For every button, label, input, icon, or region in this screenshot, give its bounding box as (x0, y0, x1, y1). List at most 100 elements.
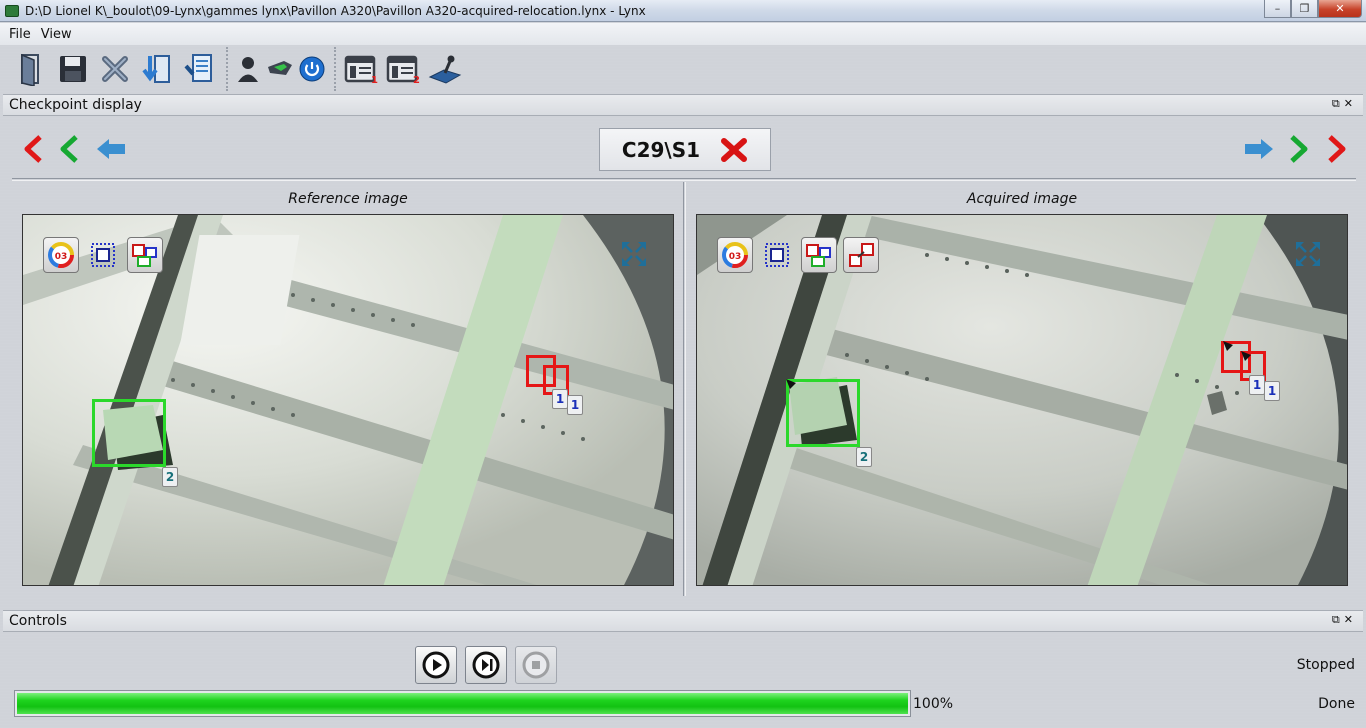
fit-view-icon[interactable] (619, 239, 649, 269)
reference-overlay-tools: 03 (43, 237, 163, 273)
last-checkpoint-red-arrow-icon[interactable] (1322, 134, 1350, 164)
panel-close-button[interactable]: ✕ (1344, 97, 1357, 110)
next-checkpoint-green-arrow-icon[interactable] (1284, 134, 1312, 164)
fit-view-icon[interactable] (1293, 239, 1323, 269)
save-icon (60, 56, 86, 82)
relocation-marker-icon (1223, 341, 1233, 351)
checkpoint-panel-header: Checkpoint display ⧉✕ (3, 94, 1363, 116)
panel-float-button[interactable]: ⧉ (1332, 97, 1344, 110)
counter-ring-icon: 03 (48, 242, 74, 268)
svg-text:03: 03 (729, 252, 742, 262)
stop-icon (522, 651, 550, 679)
zone-counter-button[interactable]: 03 (43, 237, 79, 273)
controls-panel-header: Controls ⧉✕ (3, 610, 1363, 632)
relocation-marker-icon (786, 379, 796, 389)
panel-float-button[interactable]: ⧉ (1332, 613, 1344, 626)
progress-bar (14, 690, 911, 717)
layout-2-button[interactable]: 2 (384, 50, 422, 88)
open-button[interactable] (12, 50, 50, 88)
reference-zone-label: 2 (162, 467, 178, 487)
step-button[interactable] (465, 646, 507, 684)
first-checkpoint-red-arrow-icon[interactable] (20, 134, 48, 164)
acquired-zone-label: 1 (1264, 381, 1280, 401)
export-button[interactable] (180, 50, 218, 88)
checkpoint-indicator: C29\S1 (599, 128, 771, 171)
single-zone-icon (91, 243, 115, 267)
controls-panel-title: Controls (9, 613, 67, 629)
lynx-app-icon (5, 4, 19, 17)
svg-text:03: 03 (55, 252, 68, 262)
title-bar: D:\D Lionel K\_boulot\09-Lynx\gammes lyn… (0, 0, 1366, 22)
menu-view[interactable]: View (36, 25, 77, 44)
play-button[interactable] (415, 646, 457, 684)
close-file-icon (102, 56, 128, 82)
toolbar-session-group (226, 47, 332, 91)
previous-checkpoint-green-arrow-icon[interactable] (56, 134, 84, 164)
result-label: Done (1318, 696, 1355, 712)
user-button[interactable] (234, 50, 262, 88)
toolbar-file-group (6, 47, 224, 91)
maximize-button[interactable]: ❐ (1291, 0, 1318, 18)
relocation-icon (849, 243, 874, 267)
layout-1-icon: 1 (344, 55, 378, 84)
minimize-button[interactable]: – (1264, 0, 1291, 18)
counter-ring-icon: 03 (722, 242, 748, 268)
select-zone-button[interactable] (759, 237, 795, 273)
window-controls: – ❐ ✕ (1264, 0, 1362, 18)
export-icon (184, 54, 212, 82)
power-icon (299, 56, 325, 82)
progress-percent: 100% (913, 696, 954, 712)
menu-file[interactable]: File (4, 25, 36, 44)
close-file-button[interactable] (96, 50, 134, 88)
progress-fill (17, 693, 908, 714)
hand-key-icon (268, 61, 292, 75)
menu-bar: File View (0, 23, 1366, 45)
joystick-icon (428, 55, 462, 84)
layout-1-button[interactable]: 1 (342, 50, 380, 88)
acquired-overlay-tools: 03 (717, 237, 879, 273)
multi-zone-button[interactable] (801, 237, 837, 273)
relocation-button[interactable] (843, 237, 879, 273)
run-state-label: Stopped (1296, 657, 1355, 673)
acquired-image[interactable]: 03 1 1 2 (696, 214, 1348, 586)
toolbar: 1 2 (0, 45, 1366, 93)
stop-button[interactable] (515, 646, 557, 684)
power-button[interactable] (298, 50, 326, 88)
import-button[interactable] (138, 50, 176, 88)
open-icon (21, 53, 39, 86)
play-icon (422, 651, 450, 679)
hand-key-button[interactable] (266, 50, 294, 88)
checkpoint-label: C29\S1 (621, 137, 701, 162)
svg-text:2: 2 (413, 75, 420, 84)
reference-image[interactable]: 03 1 1 2 (22, 214, 674, 586)
multi-zone-button[interactable] (127, 237, 163, 273)
reference-image-caption: Reference image (288, 191, 408, 207)
reference-zone-label: 1 (552, 389, 568, 409)
select-zone-button[interactable] (85, 237, 121, 273)
acquired-image-caption: Acquired image (966, 191, 1078, 207)
joystick-button[interactable] (426, 50, 464, 88)
multi-zone-icon (806, 244, 831, 267)
user-icon (238, 57, 258, 82)
window-title: D:\D Lionel K\_boulot\09-Lynx\gammes lyn… (25, 3, 646, 18)
single-zone-icon (765, 243, 789, 267)
reference-zone-green[interactable] (92, 399, 166, 467)
panel-close-button[interactable]: ✕ (1344, 613, 1357, 626)
toolbar-layout-group: 1 2 (334, 47, 470, 91)
import-icon (142, 55, 170, 83)
acquired-zone-label: 1 (1249, 375, 1265, 395)
multi-zone-icon (132, 244, 157, 267)
next-step-blue-arrow-icon[interactable] (1242, 134, 1276, 164)
save-button[interactable] (54, 50, 92, 88)
svg-text:1: 1 (371, 75, 378, 84)
close-window-button[interactable]: ✕ (1318, 0, 1362, 18)
zone-counter-button[interactable]: 03 (717, 237, 753, 273)
failed-x-icon (721, 137, 748, 162)
previous-step-blue-arrow-icon[interactable] (94, 134, 128, 164)
acquired-zone-label: 2 (856, 447, 872, 467)
step-forward-icon (472, 651, 500, 679)
checkpoint-panel-title: Checkpoint display (9, 97, 142, 113)
nav-separator (12, 178, 1356, 181)
images-splitter[interactable] (683, 182, 686, 596)
reference-zone-label: 1 (567, 395, 583, 415)
